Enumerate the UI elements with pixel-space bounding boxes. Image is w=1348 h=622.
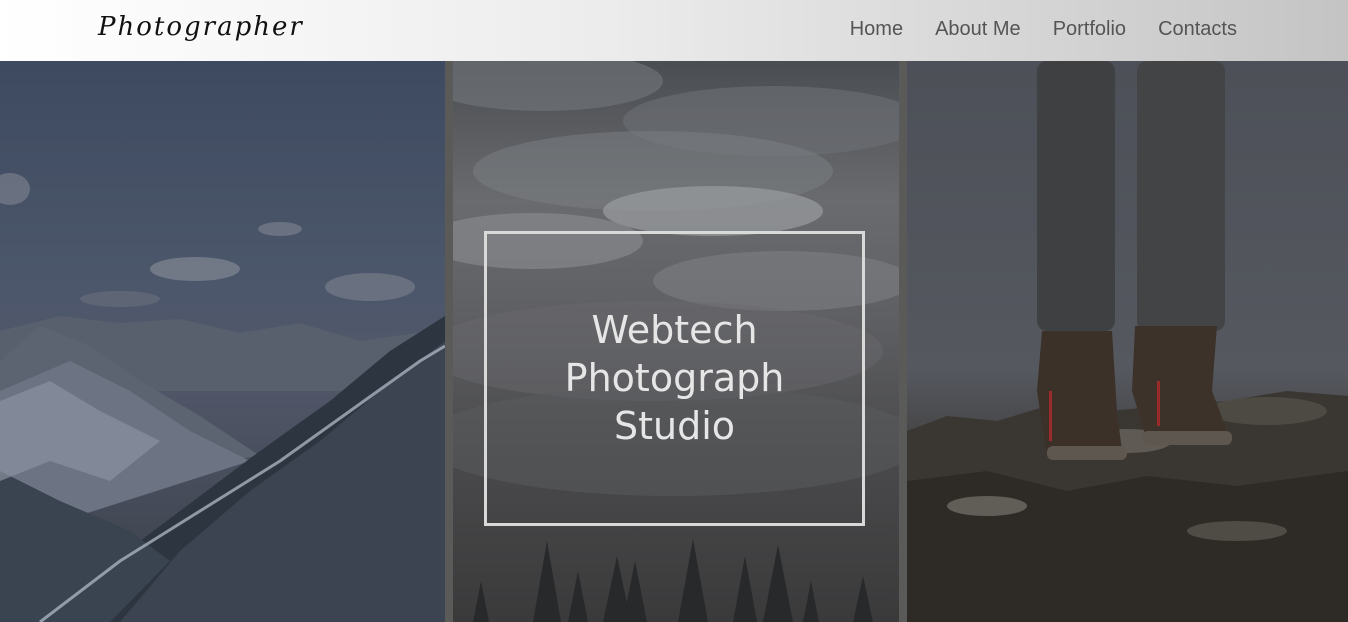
hero-image-mountains (0, 61, 445, 622)
hero-title-frame: Webtech Photograph Studio (484, 231, 865, 526)
hero-title: Webtech Photograph Studio (487, 306, 862, 450)
nav-link-portfolio[interactable]: Portfolio (1053, 18, 1126, 41)
hero-section: Webtech Photograph Studio (0, 61, 1348, 622)
hero-image-hiker (907, 61, 1348, 622)
main-nav: Home About Me Portfolio Contacts (850, 18, 1237, 41)
hero-title-line: Webtech (591, 308, 758, 352)
nav-link-contacts[interactable]: Contacts (1158, 18, 1237, 41)
hero-title-line: Studio (613, 404, 736, 448)
nav-link-home[interactable]: Home (850, 18, 903, 41)
mountain-landscape-illustration (0, 173, 445, 622)
top-navbar: Photographer Home About Me Portfolio Con… (0, 0, 1348, 61)
hero-title-line: Photograph (564, 356, 785, 400)
brand-logo[interactable]: Photographer (98, 12, 304, 42)
hiker-boots-illustration (907, 61, 1348, 622)
nav-link-about-me[interactable]: About Me (935, 18, 1021, 41)
